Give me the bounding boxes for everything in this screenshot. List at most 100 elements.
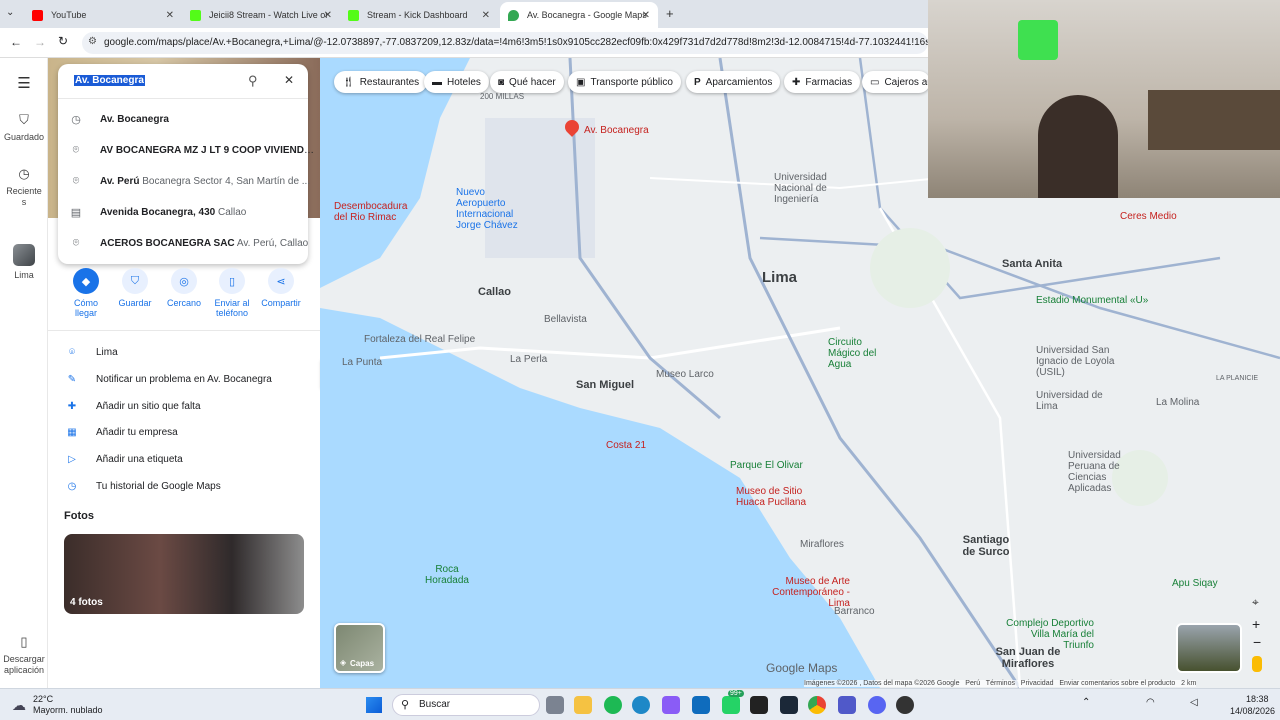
clock-time[interactable]: 18:38 <box>1246 694 1269 704</box>
close-icon[interactable]: ✕ <box>284 73 294 87</box>
suggestion-item[interactable]: ⌾ ACEROS BOCANEGRA SAC Av. Perú, Callao <box>68 228 318 258</box>
search-input[interactable]: Av. Bocanegra <box>74 75 145 89</box>
close-tab-icon[interactable]: ✕ <box>482 10 490 21</box>
suggestion-bold: Av. Perú <box>100 175 140 187</box>
forward-icon[interactable]: → <box>34 35 46 49</box>
chip-transit[interactable]: ▣ Transporte público <box>568 71 681 93</box>
camera-icon: ◙ <box>498 76 505 88</box>
close-tab-icon[interactable]: ✕ <box>642 10 650 21</box>
info-row-add-business[interactable]: ▦ Añadir tu empresa <box>64 422 177 442</box>
menu-icon[interactable]: ☰ <box>0 74 48 92</box>
map-label-ulima: Universidad de Lima <box>1036 390 1103 412</box>
person <box>1038 95 1118 198</box>
map-label-desembocadura: Desembocadura del Rio Rimac <box>334 201 408 223</box>
whatsapp-icon[interactable] <box>722 696 740 714</box>
address-bar[interactable]: ⚙ google.com/maps/place/Av.+Bocanegra,+L… <box>82 32 928 54</box>
weather-icon[interactable]: ☁ <box>12 697 26 714</box>
chip-parking[interactable]: P Aparcamientos <box>686 71 781 93</box>
info-row-add-place[interactable]: ✚ Añadir un sitio que falta <box>64 396 201 416</box>
copilot-icon[interactable] <box>662 696 680 714</box>
map-label-la-molina: La Molina <box>1156 397 1200 408</box>
steam-icon[interactable] <box>780 696 798 714</box>
spotify-icon[interactable] <box>604 696 622 714</box>
tab-kick-dashboard[interactable]: Stream - Kick Dashboard ✕ <box>340 2 498 28</box>
close-tab-icon[interactable]: ✕ <box>324 10 332 21</box>
layers-button[interactable]: Capas ◈ <box>334 623 385 673</box>
download-app-button[interactable]: ▯ Descargar aplicación <box>0 634 48 676</box>
reload-icon[interactable]: ↻ <box>58 34 68 48</box>
suggestion-item[interactable]: ⌾ Av. Perú Bocanegra Sector 4, San Martín… <box>68 166 318 196</box>
send-to-phone-button[interactable]: ▯ Enviar al teléfono <box>208 268 256 318</box>
tab-google-maps[interactable]: Av. Bocanegra - Google Maps ✕ <box>500 2 658 28</box>
photo-card[interactable]: 4 fotos <box>64 534 304 614</box>
map-label-pin: Av. Bocanegra <box>584 125 649 136</box>
recent-place-lima[interactable]: Lima <box>0 244 48 280</box>
file-explorer-icon[interactable] <box>574 696 592 714</box>
history-icon: ◷ <box>18 166 30 181</box>
action-label: Compartir <box>261 298 301 308</box>
map-label-upc: Universidad Peruana de Ciencias Aplicada… <box>1068 450 1121 494</box>
info-row-history[interactable]: ◷ Tu historial de Google Maps <box>64 476 221 496</box>
map-label-miraflores: Miraflores <box>800 539 844 550</box>
volume-icon[interactable]: ◁ <box>1190 697 1198 708</box>
edge-icon[interactable] <box>632 696 650 714</box>
suggestion-item[interactable]: ⌾ AV BOCANEGRA MZ J LT 9 COOP VIVIENDA... <box>68 135 318 165</box>
zoom-in-button[interactable]: + <box>1252 616 1260 632</box>
back-icon[interactable]: ← <box>10 35 22 49</box>
task-view-icon[interactable] <box>546 696 564 714</box>
windows-taskbar: ☁ 22°C Mayorm. nublado ⚲ Buscar 99+ ⌃ ◠ … <box>0 688 1280 720</box>
obs-icon[interactable] <box>896 696 914 714</box>
chip-things-to-do[interactable]: ◙ Qué hacer <box>490 71 564 93</box>
taskbar-search[interactable]: ⚲ Buscar <box>392 694 540 716</box>
chrome-icon[interactable] <box>808 696 826 714</box>
chip-hotels[interactable]: ▬ Hoteles <box>424 71 489 93</box>
teams-icon[interactable] <box>838 696 856 714</box>
suggestion-item[interactable]: ◷ Av. Bocanegra <box>68 104 318 134</box>
share-button[interactable]: ⋖ Compartir <box>257 268 305 308</box>
my-location-icon[interactable]: ⌖ <box>1252 595 1259 610</box>
discord-icon[interactable] <box>868 696 886 714</box>
info-row-report[interactable]: ✎ Notificar un problema en Av. Bocanegra <box>64 369 272 389</box>
saved-button[interactable]: ⛉ Guardado <box>0 112 48 142</box>
map-label-fortaleza: Fortaleza del Real Felipe <box>364 334 476 345</box>
parking-icon: P <box>694 76 701 88</box>
zoom-out-button[interactable]: − <box>1253 634 1261 650</box>
directions-button[interactable]: ◆ Cómo llegar <box>62 268 110 318</box>
restaurant-icon: 🍴︎ <box>342 76 355 88</box>
phone-icon: ▯ <box>20 634 28 649</box>
map-label-uni: Universidad Nacional de Ingeniería <box>774 172 827 205</box>
start-button[interactable] <box>366 697 382 713</box>
close-tab-icon[interactable]: ✕ <box>166 10 174 21</box>
tab-kick-stream[interactable]: Jeicii8 Stream - Watch Live on K ✕ <box>182 2 340 28</box>
outlook-icon[interactable] <box>692 696 710 714</box>
tray-chevron-icon[interactable]: ⌃ <box>1082 697 1090 708</box>
street-view-thumb[interactable] <box>1176 623 1242 673</box>
suggestion-item[interactable]: ▤ Avenida Bocanegra, 430 Callao <box>68 197 318 227</box>
map-label-museo-larco: Museo Larco <box>656 369 714 380</box>
google-maps-logo: Google Maps <box>766 661 838 675</box>
wifi-icon[interactable]: ◠ <box>1146 697 1155 708</box>
chip-restaurants[interactable]: 🍴︎ Restaurantes <box>334 71 428 93</box>
nearby-button[interactable]: ◎ Cercano <box>160 268 208 308</box>
new-tab-icon[interactable]: + <box>666 6 674 21</box>
layers-label: Capas <box>350 659 375 668</box>
tab-title: Av. Bocanegra - Google Maps <box>527 10 647 20</box>
info-row-add-label[interactable]: ▷ Añadir una etiqueta <box>64 449 183 469</box>
site-info-icon[interactable]: ⚙ <box>88 36 97 47</box>
lima-label: Lima <box>14 270 34 280</box>
info-row-lima[interactable]: ⌾ Lima <box>64 342 118 362</box>
map-label-la-planicie: LA PLANICIE <box>1216 375 1259 382</box>
search-icon[interactable]: ⚲ <box>248 73 258 89</box>
suggestion-bold: ACEROS BOCANEGRA SAC <box>100 237 235 249</box>
pegman-icon[interactable] <box>1252 656 1262 672</box>
chip-atms[interactable]: ▭ Cajeros au <box>862 71 930 93</box>
chip-pharmacies[interactable]: ✚ Farmacias <box>784 71 861 93</box>
tab-youtube[interactable]: YouTube ✕ <box>24 2 182 28</box>
taskbar-search-label: Buscar <box>419 699 451 710</box>
recent-button[interactable]: ◷ Recientes <box>0 166 48 208</box>
chip-label: Hoteles <box>447 76 481 88</box>
store-icon[interactable] <box>750 696 768 714</box>
save-button[interactable]: ⛉ Guardar <box>111 268 159 308</box>
clock-date[interactable]: 14/08/2026 <box>1230 706 1275 716</box>
tab-list-button[interactable]: ⌄ <box>6 7 14 18</box>
